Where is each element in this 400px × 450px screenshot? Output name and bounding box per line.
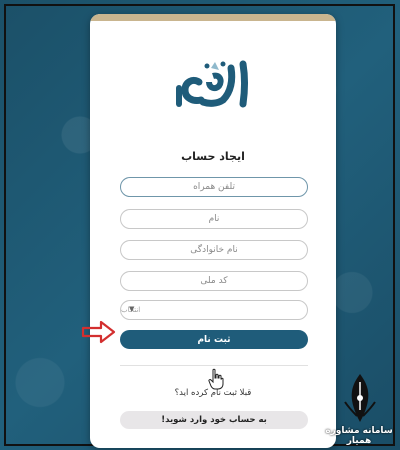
form-title: ایجاد حساب	[181, 150, 245, 163]
login-button[interactable]: به حساب خود وارد شوید!	[120, 411, 308, 429]
card-accent-bar	[90, 14, 336, 21]
name-input[interactable]: نام	[120, 209, 308, 229]
select-dropdown[interactable]: ▼ انتخاب	[120, 300, 308, 320]
watermark-text: سامانه مشاوره همیار	[325, 426, 393, 446]
register-button[interactable]: ثبت نام	[120, 330, 308, 349]
pen-nib-logo	[344, 374, 376, 422]
name-placeholder: نام	[208, 214, 220, 224]
family-name-placeholder: نام خانوادگی	[190, 245, 238, 255]
national-code-placeholder: کد ملی	[200, 276, 228, 286]
hand-cursor-icon	[208, 368, 224, 390]
caret-down-icon: ▼	[129, 305, 135, 313]
alefba-logo	[176, 60, 248, 108]
phone-input[interactable]: تلفن همراه	[120, 177, 308, 197]
red-arrow-icon	[81, 320, 116, 344]
divider	[120, 365, 308, 366]
national-code-input[interactable]: کد ملی	[120, 271, 308, 291]
family-name-input[interactable]: نام خانوادگی	[120, 240, 308, 260]
phone-placeholder: تلفن همراه	[193, 182, 235, 192]
